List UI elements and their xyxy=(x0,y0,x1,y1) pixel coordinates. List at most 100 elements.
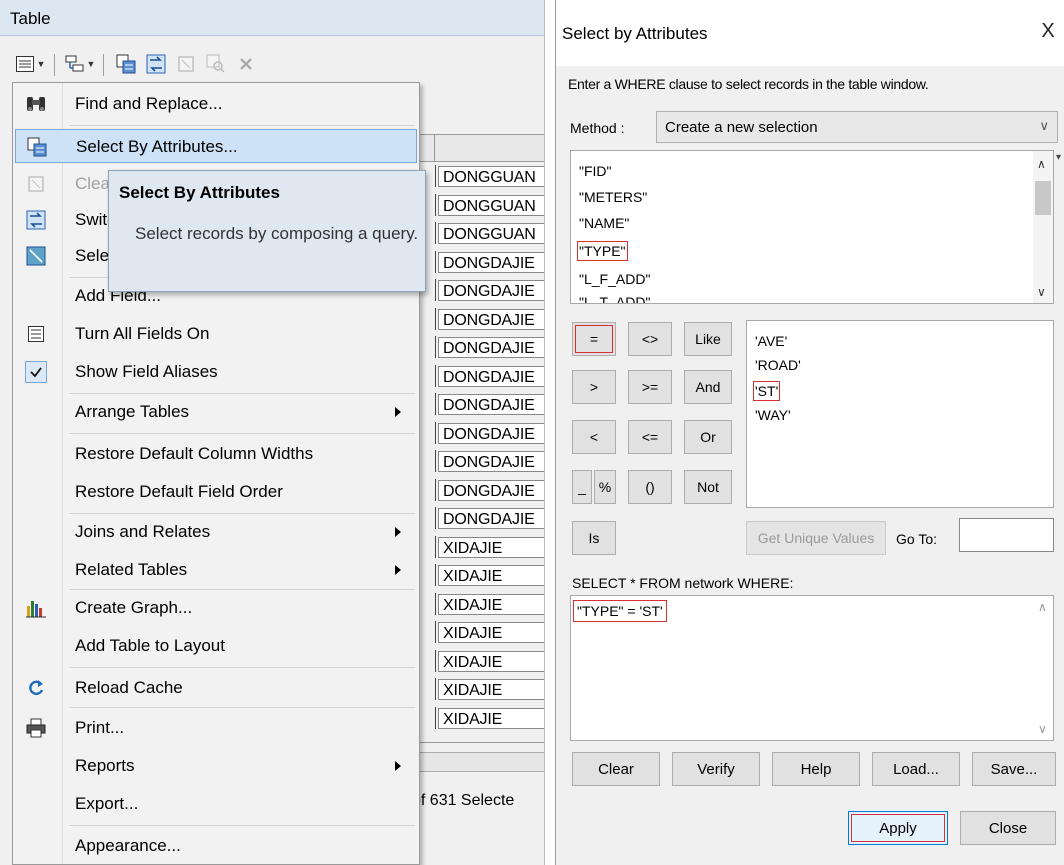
table-options-button[interactable]: ▼ xyxy=(10,50,50,78)
table-row[interactable]: DONGDAJIE xyxy=(412,250,544,273)
table-cell-name[interactable]: XIDAJIE xyxy=(438,565,544,586)
sql-scrollbar[interactable]: ∧ ∨ xyxy=(1033,596,1053,740)
percent-button[interactable]: % xyxy=(594,470,616,504)
scroll-down-icon[interactable]: ∨ xyxy=(1037,285,1046,299)
menu-item-find-replace[interactable]: Find and Replace... xyxy=(15,87,417,121)
menu-item-reports[interactable]: Reports xyxy=(15,749,417,783)
table-row[interactable]: XIDAJIE xyxy=(412,706,544,729)
horizontal-scrollbar[interactable] xyxy=(412,752,544,772)
menu-item-print[interactable]: Print... xyxy=(15,711,417,745)
table-cell-name[interactable]: XIDAJIE xyxy=(438,650,544,672)
less-than-button[interactable]: < xyxy=(572,420,616,454)
unique-values-list[interactable]: 'AVE' 'ROAD' 'ST' 'WAY' xyxy=(746,320,1054,508)
scroll-up-icon[interactable]: ∧ xyxy=(1038,600,1047,614)
method-select[interactable]: Create a new selection ∨ xyxy=(656,111,1058,143)
menu-item-joins-relates[interactable]: Joins and Relates xyxy=(15,515,417,549)
value-item[interactable]: 'AVE' xyxy=(755,333,787,349)
and-button[interactable]: And xyxy=(684,370,732,404)
or-button[interactable]: Or xyxy=(684,420,732,454)
menu-item-restore-column-widths[interactable]: Restore Default Column Widths xyxy=(15,437,417,471)
table-row[interactable]: DONGDAJIE xyxy=(412,307,544,330)
is-button[interactable]: Is xyxy=(572,521,616,555)
table-cell-name[interactable]: DONGGUAN xyxy=(438,166,544,187)
table-row[interactable]: DONGGUAN xyxy=(412,222,544,244)
table-row[interactable]: DONGDAJIE xyxy=(412,336,544,358)
clear-button[interactable]: Clear xyxy=(572,752,660,786)
table-cell-name[interactable]: DONGDAJIE xyxy=(438,508,544,529)
table-row[interactable]: DONGGUAN xyxy=(412,193,544,216)
table-row[interactable]: XIDAJIE xyxy=(412,564,544,586)
menu-item-show-field-aliases[interactable]: Show Field Aliases xyxy=(15,355,417,389)
table-cell-name[interactable]: DONGDAJIE xyxy=(438,479,544,501)
table-cell-name[interactable]: DONGDAJIE xyxy=(438,451,544,472)
switch-selection-tool[interactable] xyxy=(142,50,170,78)
table-cell-name[interactable]: XIDAJIE xyxy=(438,707,544,729)
close-button[interactable]: Close xyxy=(960,811,1056,845)
menu-item-select-by-attributes[interactable]: Select By Attributes... xyxy=(15,129,417,163)
fields-scrollbar[interactable]: ∧ ∨ xyxy=(1033,151,1053,303)
table-cell-name[interactable]: DONGDAJIE xyxy=(438,251,544,273)
goto-input[interactable] xyxy=(959,518,1054,552)
field-item[interactable]: "L_F_ADD" xyxy=(579,271,650,287)
table-cell-name[interactable]: XIDAJIE xyxy=(438,593,544,615)
table-cell-name[interactable]: XIDAJIE xyxy=(438,679,544,700)
menu-item-restore-field-order[interactable]: Restore Default Field Order xyxy=(15,475,417,509)
table-cell-name[interactable]: DONGDAJIE xyxy=(438,394,544,415)
table-row[interactable]: DONGDAJIE xyxy=(412,421,544,444)
verify-button[interactable]: Verify xyxy=(672,752,760,786)
delete-selected-tool[interactable] xyxy=(232,50,260,78)
value-item[interactable]: 'WAY' xyxy=(755,407,791,423)
value-item[interactable]: 'ROAD' xyxy=(755,357,801,373)
scroll-down-icon[interactable]: ∨ xyxy=(1038,722,1047,736)
not-equal-button[interactable]: <> xyxy=(628,322,672,356)
help-button[interactable]: Help xyxy=(772,752,860,786)
field-item-type[interactable]: "TYPE" xyxy=(577,241,628,261)
table-cell-name[interactable]: DONGDAJIE xyxy=(438,308,544,330)
table-cell-name[interactable]: XIDAJIE xyxy=(438,536,544,558)
get-unique-values-button[interactable]: Get Unique Values xyxy=(746,521,886,555)
menu-item-arrange-tables[interactable]: Arrange Tables xyxy=(15,395,417,429)
field-item[interactable]: "NAME" xyxy=(579,215,629,231)
menu-item-create-graph[interactable]: Create Graph... xyxy=(15,591,417,625)
scroll-up-icon[interactable]: ∧ xyxy=(1037,157,1046,171)
greater-than-button[interactable]: > xyxy=(572,370,616,404)
table-cell-name[interactable]: XIDAJIE xyxy=(438,622,544,643)
load-button[interactable]: Load... xyxy=(872,752,960,786)
table-cell-name[interactable]: DONGDAJIE xyxy=(438,337,544,358)
table-cell-name[interactable]: DONGDAJIE xyxy=(438,280,544,301)
clear-selection-tool[interactable] xyxy=(172,50,200,78)
table-row[interactable]: DONGDAJIE xyxy=(412,393,544,415)
table-row[interactable]: DONGGUAN xyxy=(412,165,544,187)
like-button[interactable]: Like xyxy=(684,322,732,356)
table-cell-name[interactable]: DONGDAJIE xyxy=(438,365,544,387)
table-row[interactable]: DONGDAJIE xyxy=(412,507,544,529)
zoom-selected-tool[interactable] xyxy=(202,50,230,78)
table-row[interactable]: XIDAJIE xyxy=(412,621,544,643)
table-row[interactable]: DONGDAJIE xyxy=(412,450,544,472)
table-cell-name[interactable]: DONGGUAN xyxy=(438,194,544,216)
field-item[interactable]: "FID" xyxy=(579,163,612,179)
apply-button[interactable]: Apply xyxy=(848,811,948,845)
field-item[interactable]: "L_T_ADD" xyxy=(579,294,650,303)
greater-equal-button[interactable]: >= xyxy=(628,370,672,404)
value-item-st[interactable]: 'ST' xyxy=(752,381,781,401)
table-row[interactable]: DONGDAJIE xyxy=(412,279,544,301)
table-cell-name[interactable]: DONGDAJIE xyxy=(438,422,544,444)
table-row[interactable]: XIDAJIE xyxy=(412,592,544,615)
scroll-thumb[interactable] xyxy=(1035,181,1051,215)
close-icon[interactable]: X xyxy=(1037,20,1059,43)
not-button[interactable]: Not xyxy=(684,470,732,504)
table-cell-name[interactable]: DONGGUAN xyxy=(438,223,544,244)
menu-item-appearance[interactable]: Appearance... xyxy=(15,829,417,863)
related-tables-button[interactable]: ▼ xyxy=(62,50,98,78)
field-item[interactable]: "METERS" xyxy=(579,189,647,205)
menu-item-related-tables[interactable]: Related Tables xyxy=(15,553,417,587)
save-button[interactable]: Save... xyxy=(972,752,1056,786)
table-row[interactable]: DONGDAJIE xyxy=(412,478,544,501)
table-row[interactable]: XIDAJIE xyxy=(412,649,544,672)
underscore-button[interactable]: _ xyxy=(572,470,592,504)
table-row[interactable]: XIDAJIE xyxy=(412,678,544,700)
menu-item-turn-all-fields-on[interactable]: Turn All Fields On xyxy=(15,317,417,351)
fields-list[interactable]: "FID" "METERS" "NAME" "TYPE" "L_F_ADD" "… xyxy=(570,150,1054,304)
menu-item-export[interactable]: Export... xyxy=(15,787,417,821)
